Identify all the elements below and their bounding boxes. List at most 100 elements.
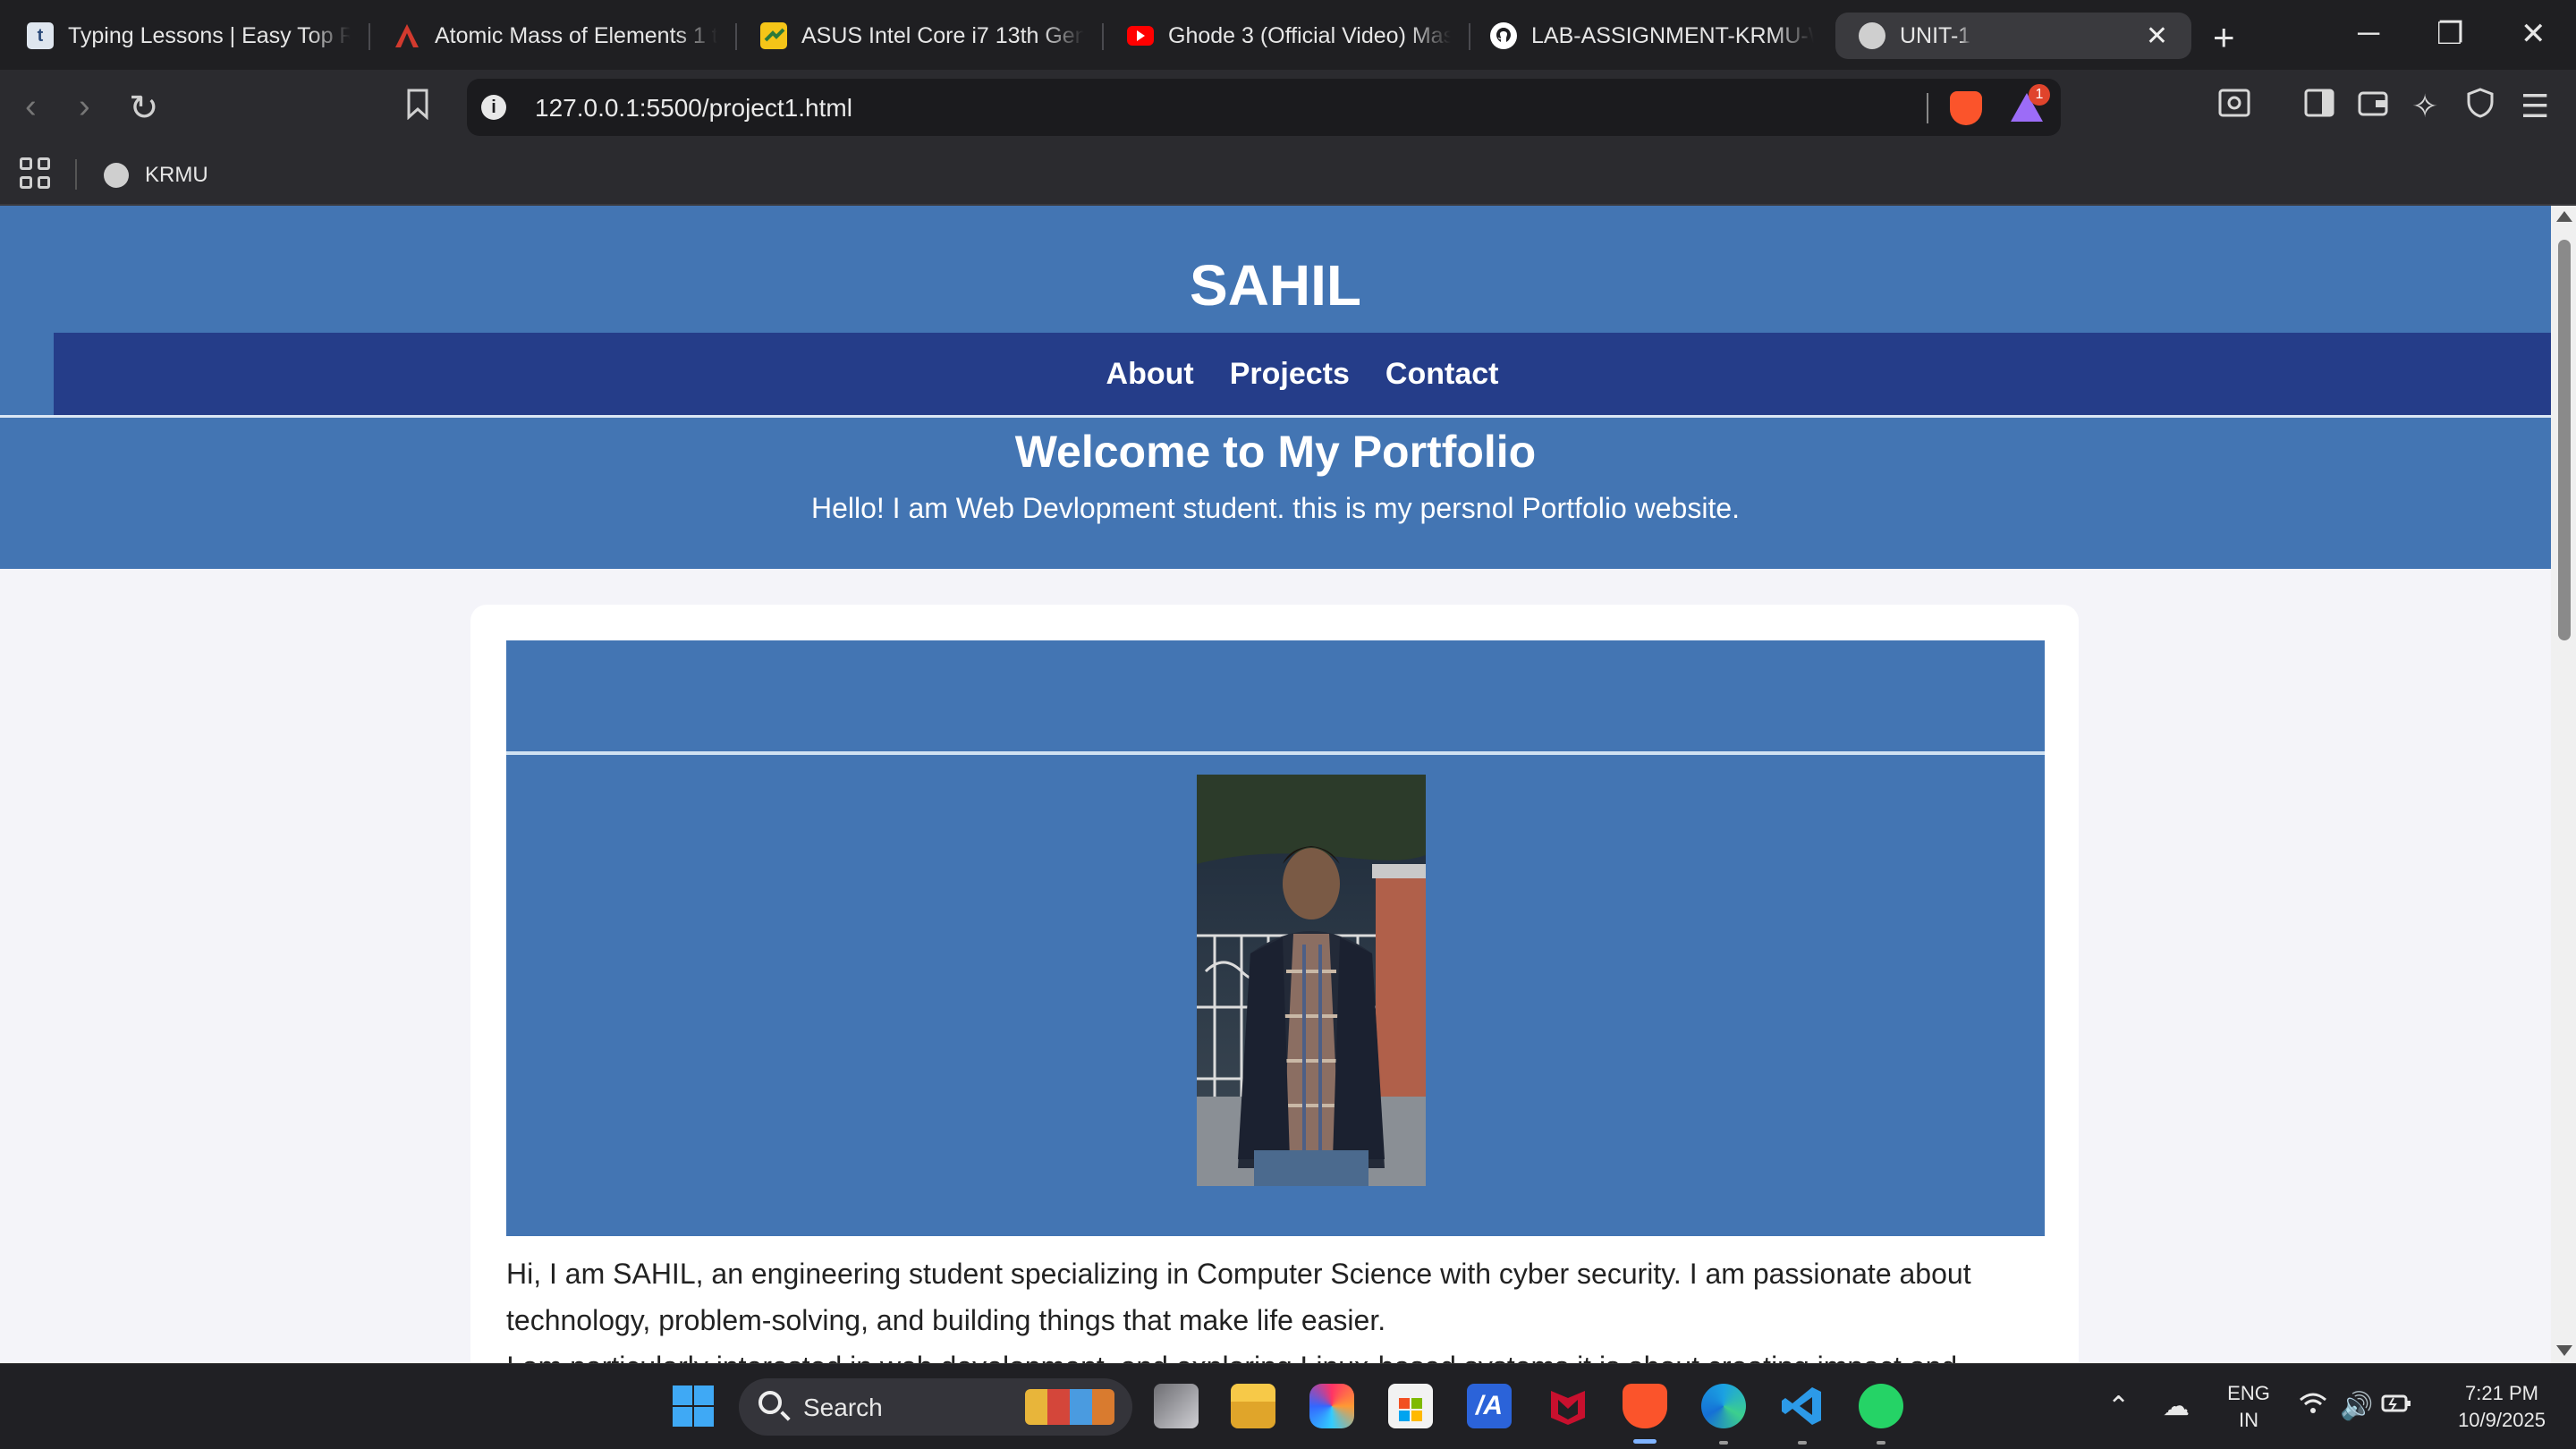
wifi-icon[interactable] [2299,1391,2327,1423]
mcafee-icon[interactable] [1546,1384,1590,1428]
running-indicator [1877,1441,1885,1445]
globe-icon [104,163,129,188]
edge-icon[interactable] [1701,1384,1746,1428]
bookmark-label: KRMU [145,163,208,187]
close-tab-icon[interactable]: ✕ [2146,21,2168,52]
tab-title: UNIT-1 [1900,22,1971,48]
sidebar-icon[interactable] [2304,88,2334,125]
about-text-1: Hi, I am SAHIL, an engineering student s… [506,1258,1971,1336]
address-divider [1927,93,1928,123]
tab-title: ASUS Intel Core i7 13th Gen - [801,22,1084,48]
search-label: Search [803,1394,883,1421]
windows-taskbar: Search /A ⌃ ☁ ENG IN 🔊 7:21 PM 10/9/2025 [0,1363,2576,1449]
browser-toolbar: ‹ › ↻ i 127.0.0.1:5500/project1.html 1 ✧… [0,70,2576,145]
taskbar-search[interactable]: Search [739,1378,1132,1436]
atomic-a-icon [394,22,420,49]
reload-icon[interactable]: ↻ [129,88,159,129]
site-info-icon[interactable]: i [481,95,506,120]
file-explorer-icon[interactable] [1231,1384,1275,1428]
windows-start-icon[interactable] [671,1384,716,1428]
profile-photo [1197,775,1426,1186]
nav-link-contact[interactable]: Contact [1385,357,1499,392]
welcome-heading: Welcome to My Portfolio [1014,427,1537,477]
tab-separator [1469,23,1470,50]
tab-github-repo[interactable]: LAB-ASSIGNMENT-KRMU-W [1490,13,1814,59]
bookmarks-divider [75,159,77,190]
about-card: Hi, I am SAHIL, an engineering student s… [470,605,2079,1363]
url-text[interactable]: 127.0.0.1:5500/project1.html [535,94,852,123]
running-indicator [1798,1441,1807,1445]
wallet-icon[interactable] [2358,88,2388,125]
brave-shields-icon[interactable] [1950,91,1982,125]
clock-time: 7:21 PM [2465,1382,2538,1404]
brave-browser-icon[interactable] [1623,1384,1667,1428]
youtube-icon [1127,26,1154,46]
asus-myasus-icon[interactable]: /A [1467,1384,1512,1428]
close-window-icon[interactable]: ✕ [2521,16,2546,52]
leo-ai-icon[interactable]: ✧ [2411,88,2438,125]
bookmark-icon[interactable] [404,88,431,129]
site-title: SAHIL [1190,253,1361,318]
language-indicator[interactable]: ENG IN [2222,1380,2275,1434]
task-view-icon[interactable] [1154,1384,1199,1428]
battery-icon[interactable] [2381,1391,2411,1421]
forward-icon[interactable]: › [79,88,90,126]
card-banner [506,640,2045,751]
active-app-indicator [1633,1439,1657,1444]
onedrive-offline-icon[interactable]: ☁ [2163,1391,2190,1422]
github-icon [1490,22,1517,49]
intro-text: Hello! I am Web Devlopment student. this… [810,492,1741,524]
asus-store-icon [760,22,787,49]
menu-icon[interactable]: ☰ [2521,88,2549,125]
tab-atomic-mass[interactable]: Atomic Mass of Elements 1 to [394,13,717,59]
about-paragraph: Hi, I am SAHIL, an engineering student s… [506,1250,2045,1363]
lang-code: ENG [2227,1382,2270,1404]
globe-icon [1859,22,1885,49]
bookmarks-bar: KRMU [0,145,2576,206]
nav-link-about[interactable]: About [1106,357,1194,392]
vpn-shield-icon[interactable] [2467,88,2494,126]
address-bar[interactable]: i 127.0.0.1:5500/project1.html 1 [467,79,2061,136]
back-icon[interactable]: ‹ [25,88,37,126]
page-scrollbar[interactable] [2551,206,2576,1363]
tab-youtube-video[interactable]: Ghode 3 (Official Video) Masoom [1127,13,1451,59]
search-icon [758,1391,782,1414]
tab-separator [1102,23,1104,50]
show-hidden-icons-icon[interactable]: ⌃ [2107,1391,2130,1422]
running-indicator [1719,1441,1728,1445]
about-text-2: I am particularly interested in web deve… [506,1351,1957,1363]
restore-icon[interactable]: ❐ [2436,16,2463,52]
page-viewport: SAHIL About Projects Contact Welcome to … [0,206,2551,1363]
scroll-down-icon[interactable] [2556,1345,2572,1356]
header-divider [0,415,2551,418]
scroll-up-icon[interactable] [2556,211,2572,222]
region-code: IN [2239,1409,2258,1431]
rewards-badge: 1 [2029,84,2050,106]
tab-asus-laptop[interactable]: ASUS Intel Core i7 13th Gen - [760,13,1084,59]
whatsapp-icon[interactable] [1859,1384,1903,1428]
site-header: SAHIL About Projects Contact Welcome to … [0,206,2551,569]
nav-link-projects[interactable]: Projects [1230,357,1350,392]
apps-grid-icon[interactable] [20,157,52,190]
volume-icon[interactable]: 🔊 [2340,1391,2373,1422]
site-nav: About Projects Contact [54,333,2551,415]
clock-date: 10/9/2025 [2458,1409,2546,1431]
tab-title: Typing Lessons | Easy Top Row [68,22,351,48]
typing-icon: t [27,22,54,49]
copilot-icon[interactable] [1309,1384,1354,1428]
tab-unit-1[interactable]: UNIT-1 ✕ [1835,13,2191,59]
tab-separator [735,23,737,50]
vscode-icon[interactable] [1780,1384,1825,1428]
bookmark-krmu[interactable]: KRMU [104,159,208,191]
minimize-icon[interactable]: ─ [2358,16,2379,51]
scrollbar-thumb[interactable] [2558,240,2571,640]
clock[interactable]: 7:21 PM 10/9/2025 [2435,1380,2569,1434]
new-tab-button[interactable]: + [2213,16,2235,59]
profile-photo-section [506,755,2045,1236]
microsoft-store-icon[interactable] [1388,1384,1433,1428]
tab-strip: t Typing Lessons | Easy Top Row Atomic M… [0,0,2576,70]
tab-title: Atomic Mass of Elements 1 to [435,22,717,48]
tab-typing-lessons[interactable]: t Typing Lessons | Easy Top Row [27,13,351,59]
tab-title: LAB-ASSIGNMENT-KRMU-W [1531,22,1814,48]
reader-mode-icon[interactable] [2218,88,2250,125]
